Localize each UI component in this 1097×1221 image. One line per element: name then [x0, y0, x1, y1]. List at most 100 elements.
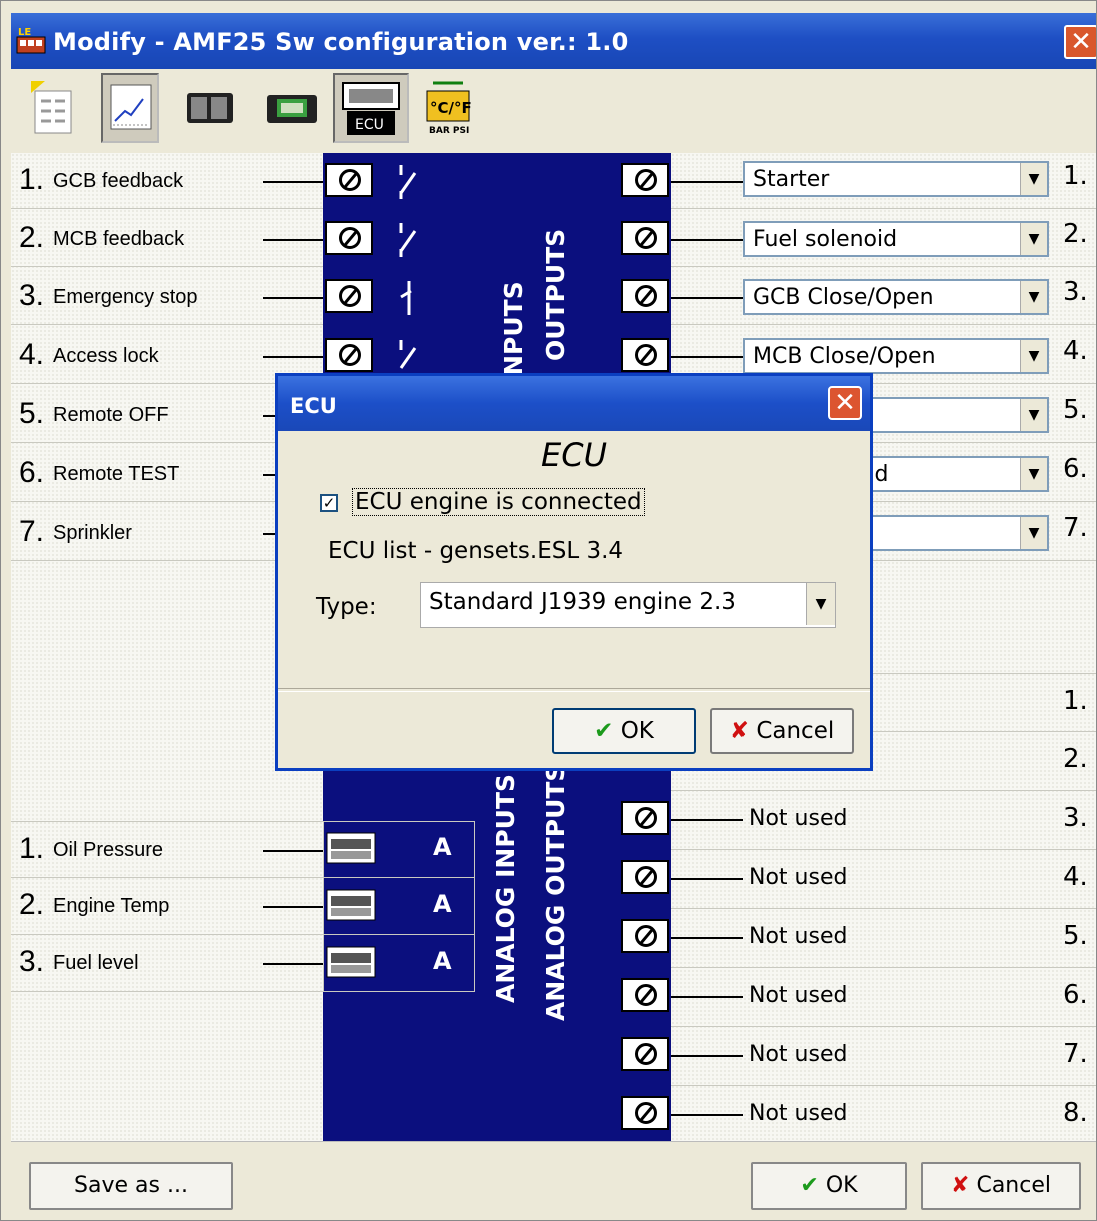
output-number: 5.: [1063, 921, 1088, 951]
chevron-down-icon[interactable]: ▼: [1020, 340, 1047, 372]
ecu-type-select[interactable]: Standard J1939 engine 2.3 ▼: [420, 582, 836, 628]
connector-line: [263, 297, 323, 299]
select-value: Starter: [753, 167, 830, 192]
chevron-down-icon[interactable]: ▼: [1020, 399, 1047, 431]
app-logo-icon: LE: [16, 27, 46, 54]
input-label[interactable]: Oil Pressure: [53, 839, 163, 862]
chevron-down-icon[interactable]: ▼: [1020, 223, 1047, 255]
output-value[interactable]: Not used: [749, 1042, 847, 1067]
select-value: Standard J1939 engine 2.3: [429, 589, 736, 615]
dialog-ok-button[interactable]: ✔ OK: [552, 708, 696, 754]
analog-output-row: Not used 7.: [671, 1027, 1096, 1086]
checkbox-label[interactable]: ECU engine is connected: [352, 488, 645, 516]
output-terminal-icon: [621, 801, 669, 835]
output-number: 8.: [1063, 1098, 1088, 1128]
output-function-select[interactable]: MCB Close/Open ▼: [743, 338, 1049, 374]
chart-icon[interactable]: [101, 73, 159, 143]
cross-icon: ✘: [729, 718, 750, 744]
dialog-cancel-button[interactable]: ✘ Cancel: [710, 708, 854, 754]
output-value[interactable]: Not used: [749, 924, 847, 949]
input-number: 4.: [19, 338, 45, 371]
input-label[interactable]: MCB feedback: [53, 228, 184, 251]
output-function-select[interactable]: ▼: [871, 397, 1049, 433]
ecu-icon[interactable]: ECU: [333, 73, 409, 143]
connector-line: [671, 1114, 743, 1116]
list-view-icon[interactable]: [21, 73, 79, 143]
ecu-dialog: ECU ✕ ECU ✓ ECU engine is connected ECU …: [275, 373, 873, 771]
connector-line: [263, 963, 323, 965]
panel-icon[interactable]: [181, 73, 239, 143]
output-value[interactable]: Not used: [749, 983, 847, 1008]
binary-input-row: 2. MCB feedback: [11, 211, 323, 267]
input-number: 5.: [19, 397, 45, 430]
output-terminal-icon: [621, 978, 669, 1012]
analog-unit: A: [433, 833, 452, 861]
connector-line: [671, 1055, 743, 1057]
window-close-button[interactable]: ✕: [1064, 25, 1096, 59]
cancel-label: Cancel: [756, 718, 835, 744]
binary-output-row: Starter ▼ 1.: [671, 153, 1096, 209]
checkmark-icon: ✔: [594, 718, 614, 744]
input-label[interactable]: GCB feedback: [53, 170, 183, 193]
chevron-down-icon[interactable]: ▼: [1020, 163, 1047, 195]
dialog-close-button[interactable]: ✕: [828, 386, 862, 420]
switch-open-icon: [399, 340, 417, 369]
output-function-select[interactable]: ▼: [871, 515, 1049, 551]
output-number: 6.: [1063, 980, 1088, 1010]
output-number: 1.: [1063, 161, 1088, 191]
analog-inputs-label: ANALOG INPUTS: [491, 773, 520, 1003]
chevron-down-icon[interactable]: ▼: [1020, 281, 1047, 313]
output-number: 2.: [1063, 219, 1088, 249]
controller-icon[interactable]: [263, 73, 321, 143]
output-terminal-icon: [621, 221, 669, 255]
connector-line: [671, 239, 743, 241]
input-label[interactable]: Engine Temp: [53, 895, 169, 918]
chevron-down-icon[interactable]: ▼: [1020, 517, 1047, 549]
connector-line: [671, 996, 743, 998]
checkmark-icon: ✔: [800, 1173, 819, 1198]
output-terminal-icon: [621, 1096, 669, 1130]
svg-text:ECU: ECU: [355, 117, 384, 133]
output-value[interactable]: Not used: [749, 1101, 847, 1126]
input-terminal-icon: [325, 338, 373, 372]
output-number: 2.: [1063, 744, 1088, 774]
chevron-down-icon[interactable]: ▼: [1020, 458, 1047, 490]
select-value: MCB Close/Open: [753, 344, 936, 369]
output-value[interactable]: Not used: [749, 865, 847, 890]
dialog-heading: ECU: [541, 436, 607, 474]
cancel-button[interactable]: ✘ Cancel: [921, 1162, 1081, 1210]
switch-open-icon: [399, 223, 417, 257]
output-function-select[interactable]: Starter ▼: [743, 161, 1049, 197]
input-label[interactable]: Remote OFF: [53, 404, 169, 427]
input-label[interactable]: Emergency stop: [53, 286, 198, 309]
ecu-list-text: ECU list - gensets.ESL 3.4: [328, 538, 624, 564]
analog-outputs-label: ANALOG OUTPUTS: [541, 763, 570, 1021]
connector-line: [263, 850, 323, 852]
ok-label: OK: [620, 718, 654, 744]
output-value[interactable]: Not used: [749, 806, 847, 831]
input-label[interactable]: Access lock: [53, 345, 159, 368]
save-as-button[interactable]: Save as ...: [29, 1162, 233, 1210]
chevron-down-icon[interactable]: ▼: [806, 583, 835, 625]
output-terminal-icon: [621, 338, 669, 372]
output-number: 5.: [1063, 395, 1088, 425]
toolbar: ECU °C/°F BAR PSI: [11, 69, 1096, 153]
ecu-connected-checkbox[interactable]: ✓: [320, 494, 338, 512]
ok-button[interactable]: ✔ OK: [751, 1162, 907, 1210]
input-label[interactable]: Sprinkler: [53, 522, 132, 545]
output-function-select[interactable]: GCB Close/Open ▼: [743, 279, 1049, 315]
input-number: 1.: [19, 163, 45, 196]
output-function-select[interactable]: Fuel solenoid ▼: [743, 221, 1049, 257]
input-label[interactable]: Fuel level: [53, 952, 139, 975]
input-terminal-icon: [325, 221, 373, 255]
units-icon[interactable]: °C/°F BAR PSI: [419, 73, 477, 143]
footer-bar: Save as ... ✔ OK ✘ Cancel: [11, 1141, 1096, 1220]
sensor-icon: [326, 889, 376, 921]
input-label[interactable]: Remote TEST: [53, 463, 179, 486]
input-number: 3.: [19, 945, 45, 978]
output-number: 1.: [1063, 686, 1088, 716]
output-function-select[interactable]: ad ▼: [851, 456, 1049, 492]
connector-line: [263, 906, 323, 908]
dialog-separator: [278, 688, 870, 692]
analog-output-row: Not used 3.: [671, 791, 1096, 850]
